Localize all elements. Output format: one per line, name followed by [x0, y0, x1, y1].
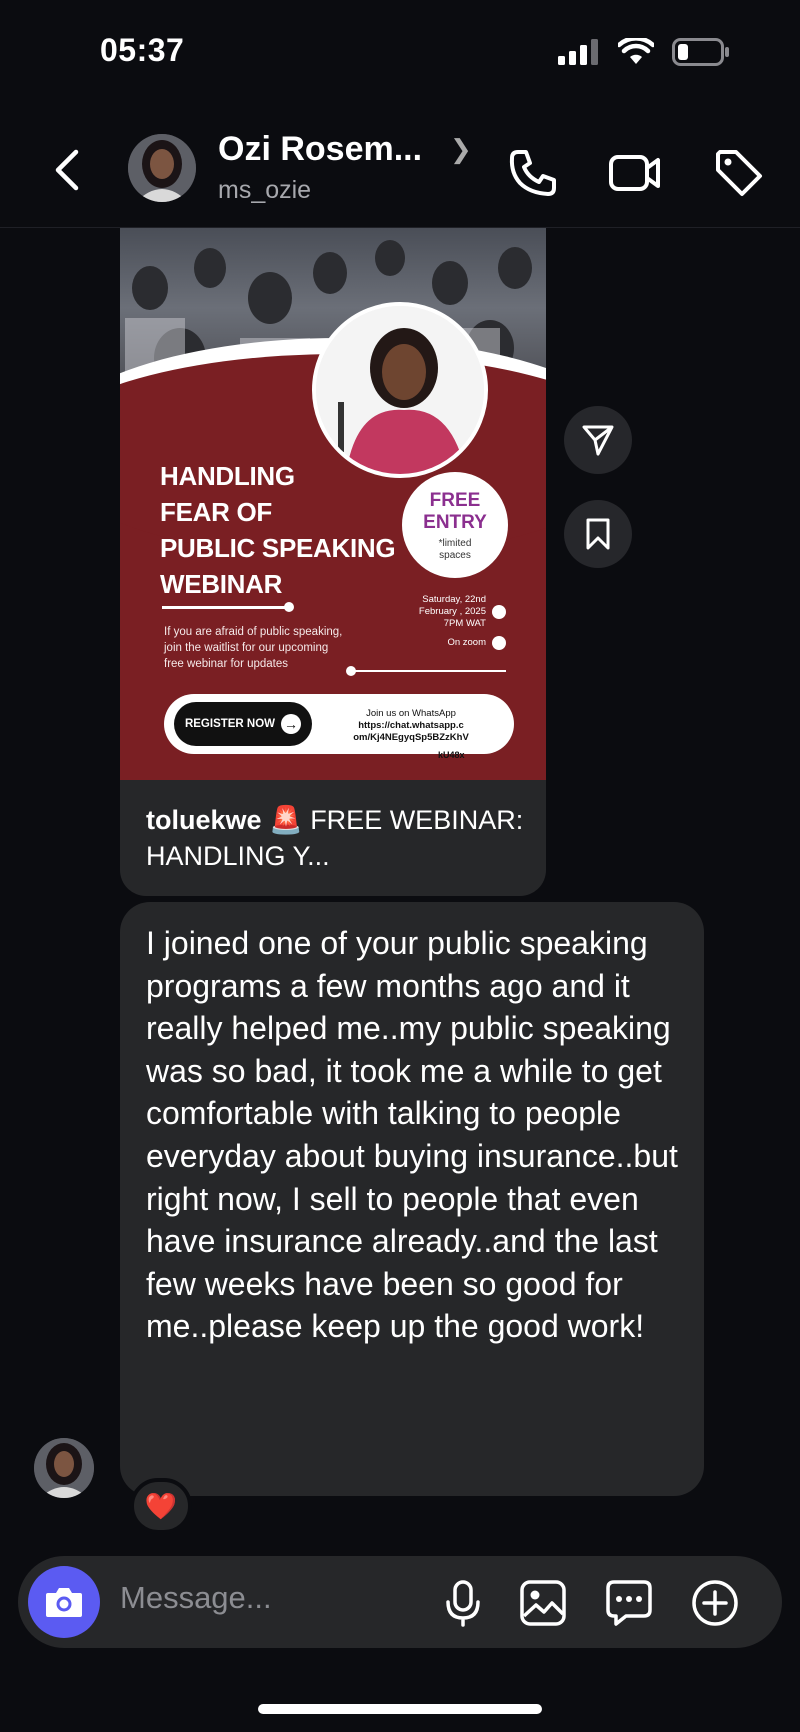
whatsapp-label: Join us on WhatsApp — [366, 708, 456, 719]
calendar-icon — [492, 605, 506, 619]
whatsapp-link: https://chat.whatsapp.c — [358, 720, 464, 731]
event-date-line: February , 2025 — [418, 606, 486, 617]
sticker-icon[interactable] — [604, 1578, 654, 1628]
arrow-right-icon: → — [281, 714, 302, 734]
status-bar: 05:37 — [0, 0, 800, 100]
register-banner: REGISTER NOW → Join us on WhatsApp https… — [164, 694, 514, 754]
flyer-title-line: WEBINAR — [160, 569, 283, 599]
message-input[interactable]: Message... — [120, 1580, 272, 1616]
message-composer: Message... — [18, 1556, 782, 1648]
location-pin-icon — [492, 636, 506, 650]
whatsapp-link-overflow: kU48x — [438, 750, 465, 760]
shared-post[interactable]: FREE ENTRY *limited spaces HANDLING FEAR… — [120, 228, 546, 896]
status-time: 05:37 — [100, 32, 185, 68]
wifi-icon — [618, 38, 654, 64]
camera-button[interactable] — [28, 1566, 100, 1638]
camera-icon — [46, 1588, 82, 1617]
share-icon — [582, 425, 614, 456]
message-bubble[interactable]: I joined one of your public speaking pro… — [120, 902, 704, 1496]
whatsapp-info: Join us on WhatsApp https://chat.whatsap… — [316, 708, 506, 744]
avatar[interactable] — [128, 134, 196, 202]
register-label: REGISTER NOW — [184, 718, 276, 730]
contact-username: ms_ozie — [218, 176, 312, 204]
video-icon[interactable] — [608, 146, 662, 200]
event-date-line: Saturday, 22nd — [422, 594, 486, 605]
battery-fill — [678, 44, 688, 60]
tag-icon[interactable] — [712, 146, 766, 200]
post-caption[interactable]: toluekwe 🚨 FREE WEBINAR: HANDLING Y... — [146, 802, 526, 874]
badge-line-1: FREE — [429, 490, 481, 511]
caption-username: toluekwe — [146, 805, 262, 835]
sender-avatar[interactable] — [34, 1438, 94, 1498]
speaker-portrait — [312, 302, 488, 478]
chat-header: Ozi Rosem... ❯ ms_ozie — [0, 110, 800, 228]
divider — [350, 670, 506, 672]
image-icon[interactable] — [518, 1578, 568, 1628]
whatsapp-link: om/Kj4NEgyqSp5BZzKhV — [353, 732, 469, 743]
divider-dot — [346, 666, 356, 676]
share-button[interactable] — [564, 406, 632, 474]
event-time: 7PM WAT — [443, 618, 486, 629]
flyer-title-line: FEAR OF — [160, 497, 273, 527]
home-indicator[interactable] — [258, 1704, 542, 1714]
flyer-title-line: HANDLING — [160, 461, 295, 491]
badge-line-2: ENTRY — [423, 512, 487, 533]
badge-sub-2: spaces — [439, 550, 471, 561]
heart-reaction[interactable]: ❤️ — [130, 1478, 192, 1534]
chevron-right-icon[interactable]: ❯ — [450, 134, 472, 165]
heart-icon: ❤️ — [144, 1490, 178, 1521]
battery-icon — [672, 38, 729, 66]
flyer-description: If you are afraid of public speaking, jo… — [164, 626, 343, 670]
flyer-event-info: Saturday, 22nd February , 2025 7PM WAT O… — [376, 594, 506, 656]
bookmark-icon — [586, 518, 610, 550]
phone-icon[interactable] — [506, 146, 560, 200]
event-location: On zoom — [447, 637, 486, 648]
save-button[interactable] — [564, 500, 632, 568]
register-now-button: REGISTER NOW → — [174, 702, 312, 746]
status-icons — [558, 38, 730, 66]
signal-icon — [558, 39, 598, 65]
badge-sub-1: *limited — [438, 538, 472, 549]
divider-dot — [284, 602, 294, 612]
post-image[interactable]: FREE ENTRY *limited spaces HANDLING FEAR… — [120, 228, 546, 780]
plus-icon[interactable] — [690, 1578, 740, 1628]
message-text: I joined one of your public speaking pro… — [146, 925, 678, 1345]
free-entry-badge: FREE ENTRY *limited spaces — [402, 472, 508, 578]
siren-emoji: 🚨 — [269, 805, 303, 835]
flyer-title-line: PUBLIC SPEAKING — [160, 533, 396, 563]
divider — [162, 606, 288, 609]
flyer-title: HANDLING FEAR OF PUBLIC SPEAKING WEBINAR — [160, 458, 396, 602]
contact-name[interactable]: Ozi Rosem... — [218, 130, 422, 169]
back-icon[interactable] — [50, 146, 86, 194]
mic-icon[interactable] — [438, 1578, 488, 1628]
